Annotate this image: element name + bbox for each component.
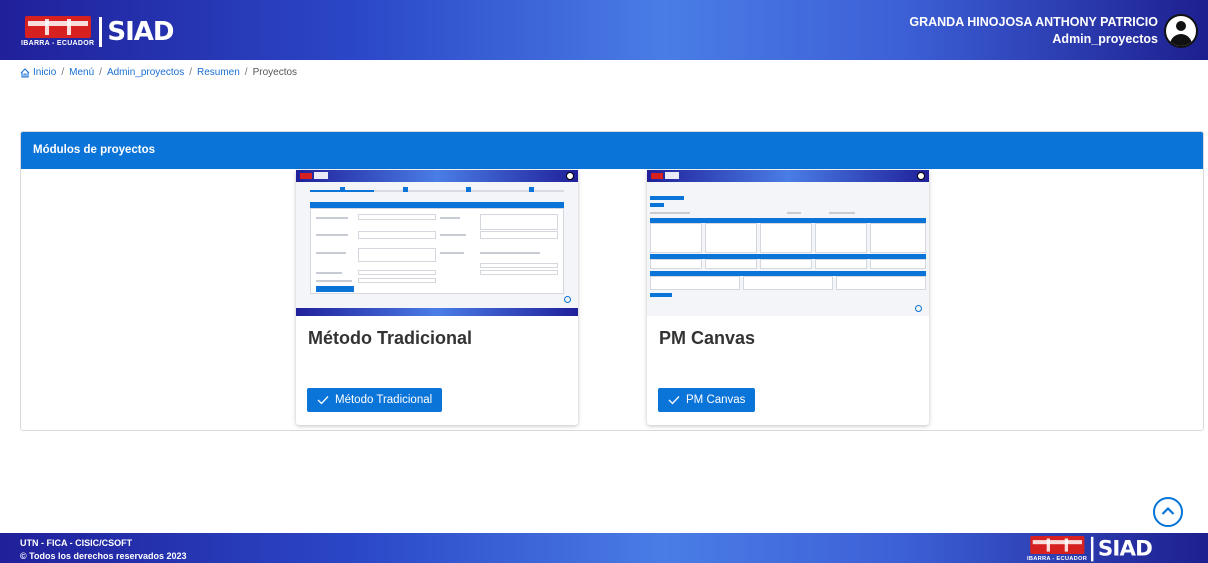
check-icon bbox=[317, 396, 329, 405]
breadcrumb-current: Proyectos bbox=[252, 67, 298, 78]
pm-canvas-preview-image bbox=[647, 170, 929, 316]
button-label: PM Canvas bbox=[686, 394, 746, 406]
breadcrumb-inicio[interactable]: Inicio bbox=[33, 67, 56, 78]
breadcrumb-menu[interactable]: Menú bbox=[69, 67, 94, 78]
utn-logo-mark bbox=[24, 16, 91, 38]
scroll-to-top-button[interactable] bbox=[1153, 497, 1183, 527]
breadcrumb-admin-proyectos[interactable]: Admin_proyectos bbox=[107, 67, 184, 78]
footer-org: UTN - FICA - CISIC/CSOFT bbox=[20, 538, 133, 548]
footer-copyright: © Todos los derechos reservados 2023 bbox=[20, 551, 187, 561]
check-icon bbox=[668, 396, 680, 405]
breadcrumb-separator: / bbox=[99, 67, 102, 78]
breadcrumb: Inicio / Menú / Admin_proyectos / Resume… bbox=[20, 67, 297, 78]
panel-title: Módulos de proyectos bbox=[21, 132, 1203, 169]
utn-logo-mark bbox=[1030, 536, 1085, 555]
card-pm-canvas: PM Canvas PM Canvas bbox=[647, 170, 929, 425]
breadcrumb-separator: / bbox=[189, 67, 192, 78]
button-label: Método Tradicional bbox=[335, 394, 433, 406]
pm-canvas-button[interactable]: PM Canvas bbox=[658, 388, 756, 412]
utn-siad-logo[interactable]: IBARRA - ECUADOR SIAD bbox=[21, 16, 174, 47]
home-icon bbox=[20, 67, 30, 78]
footer-logo-subtitle: IBARRA - ECUADOR bbox=[1027, 555, 1088, 562]
user-menu[interactable]: GRANDA HINOJOSA ANTHONY PATRICIO Admin_p… bbox=[909, 14, 1198, 48]
top-navbar: IBARRA - ECUADOR SIAD GRANDA HINOJOSA AN… bbox=[0, 0, 1208, 60]
card-title: PM Canvas bbox=[659, 328, 756, 348]
breadcrumb-resumen[interactable]: Resumen bbox=[197, 67, 240, 78]
user-avatar-icon[interactable] bbox=[1164, 14, 1198, 48]
chevron-up-circle-icon bbox=[1161, 506, 1175, 515]
app-name: SIAD bbox=[107, 16, 174, 47]
card-title: Método Tradicional bbox=[308, 328, 473, 348]
metodo-tradicional-button[interactable]: Método Tradicional bbox=[307, 388, 443, 412]
logo-subtitle: IBARRA - ECUADOR bbox=[21, 40, 95, 47]
card-metodo-tradicional: Método Tradicional Método Tradicional bbox=[296, 170, 578, 425]
metodo-tradicional-preview-image bbox=[296, 170, 578, 316]
footer: UTN - FICA - CISIC/CSOFT © Todos los der… bbox=[0, 533, 1208, 563]
user-role: Admin_proyectos bbox=[1052, 32, 1158, 46]
breadcrumb-separator: / bbox=[61, 67, 65, 78]
footer-app-name: SIAD bbox=[1097, 536, 1153, 562]
user-name: GRANDA HINOJOSA ANTHONY PATRICIO bbox=[909, 15, 1158, 29]
footer-logo: IBARRA - ECUADOR SIAD bbox=[1027, 536, 1153, 562]
modules-panel: Módulos de proyectos bbox=[20, 131, 1204, 431]
breadcrumb-separator: / bbox=[244, 67, 248, 78]
